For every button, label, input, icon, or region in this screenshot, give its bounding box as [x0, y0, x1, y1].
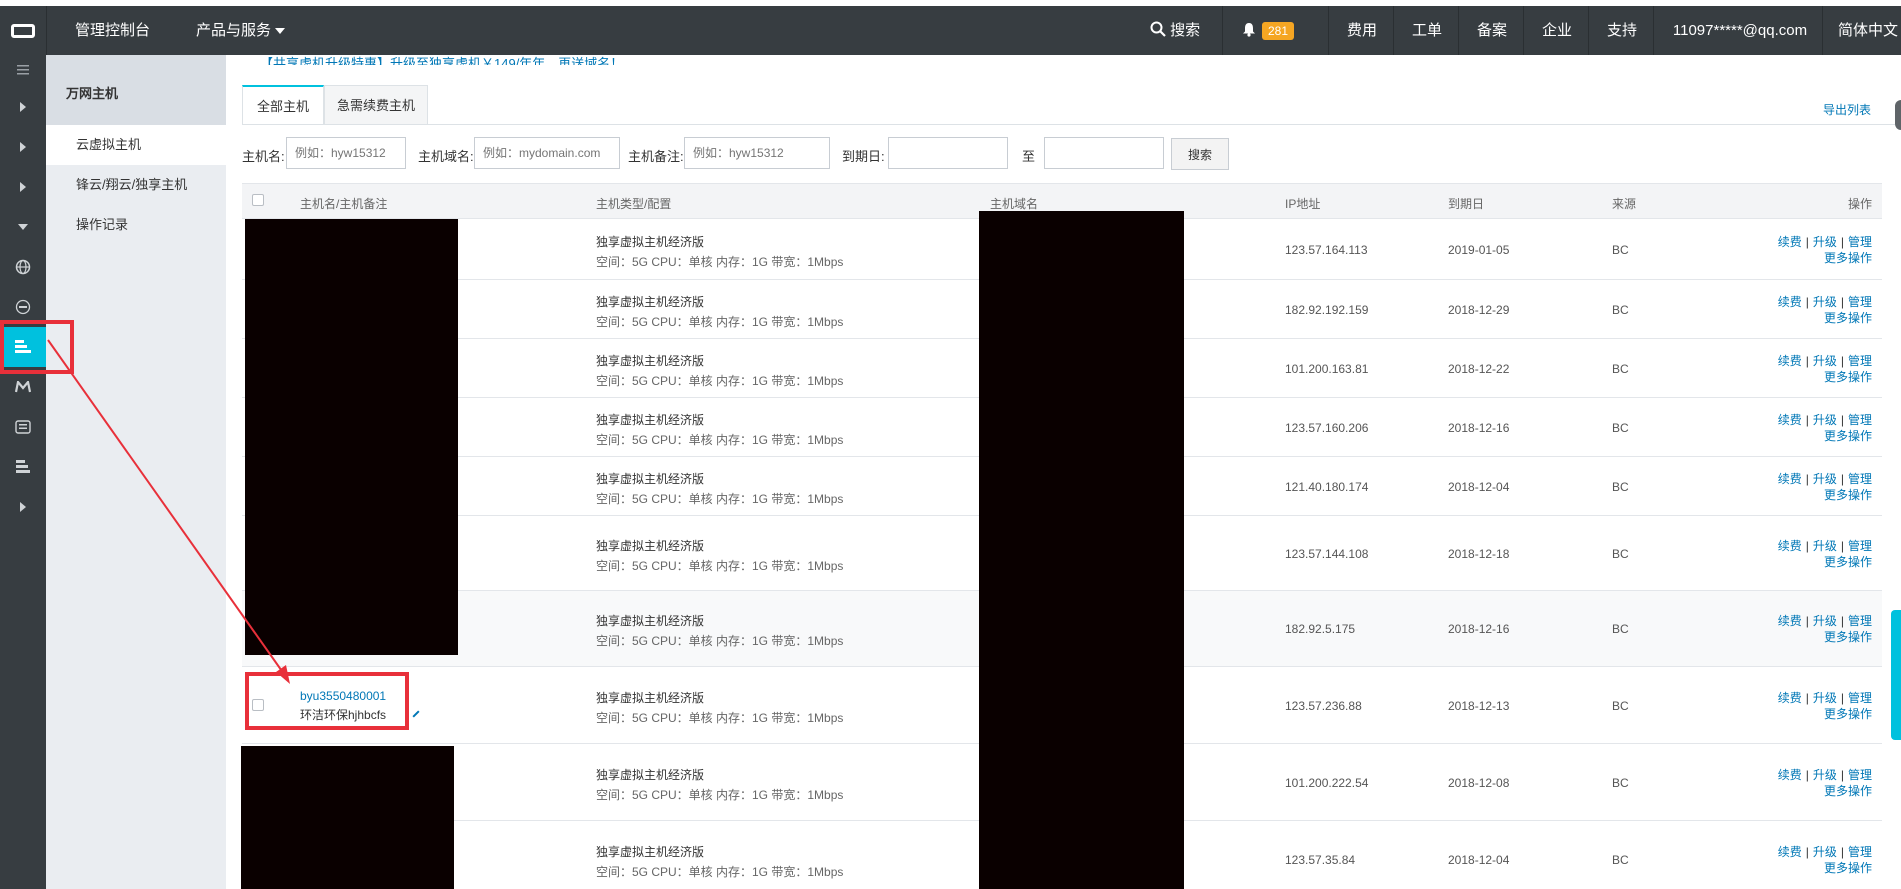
annotation-arrow [47, 339, 290, 684]
right-edge-knob[interactable] [1895, 100, 1901, 130]
feedback-side-tab[interactable] [1891, 610, 1901, 740]
